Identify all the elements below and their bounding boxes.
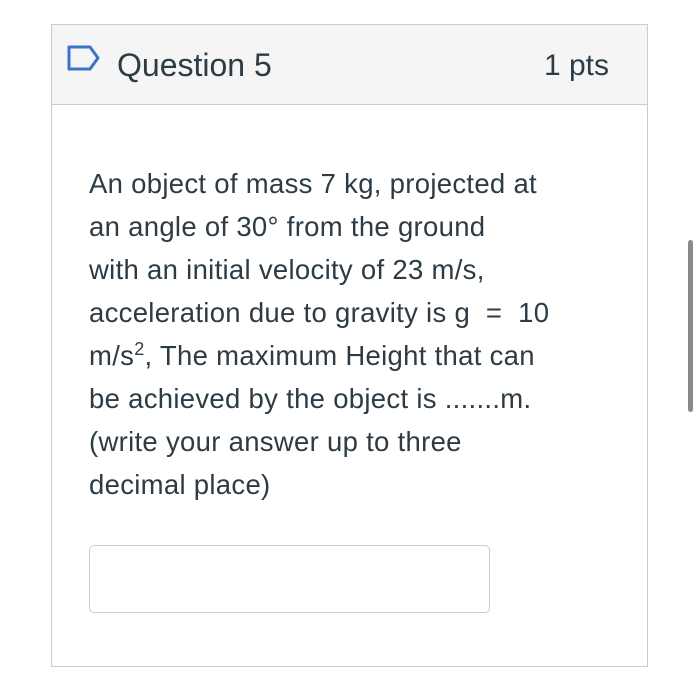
- question-card: Question 5 1 pts An object of mass 7 kg,…: [51, 24, 648, 667]
- answer-input[interactable]: [89, 545, 490, 613]
- quiz-page: Question 5 1 pts An object of mass 7 kg,…: [0, 0, 700, 692]
- question-title: Question 5: [117, 47, 272, 83]
- question-text-line: be achieved by the object is .......m.: [89, 383, 532, 414]
- question-header: Question 5 1 pts: [52, 25, 647, 105]
- question-text-line: decimal place): [89, 469, 271, 500]
- question-points: 1 pts: [543, 49, 609, 82]
- question-text-line: with an initial velocity of 23 m/s,: [89, 254, 485, 285]
- bookmark-flag-icon[interactable]: [66, 44, 102, 72]
- question-text-line: m/s2, The maximum Height that can: [89, 334, 609, 377]
- scrollbar-thumb[interactable]: [688, 240, 693, 412]
- question-text-line: (write your answer up to three: [89, 426, 462, 457]
- unit-text: m/s: [89, 340, 135, 371]
- superscript-exponent: 2: [134, 338, 145, 359]
- question-text-line: An object of mass 7 kg, projected at: [89, 168, 537, 199]
- question-text-line: an angle of 30° from the ground: [89, 211, 486, 242]
- question-text-fragment: , The maximum Height that can: [144, 340, 535, 371]
- question-text: An object of mass 7 kg, projected at an …: [89, 162, 609, 506]
- question-text-line: acceleration due to gravity is g = 10: [89, 297, 550, 328]
